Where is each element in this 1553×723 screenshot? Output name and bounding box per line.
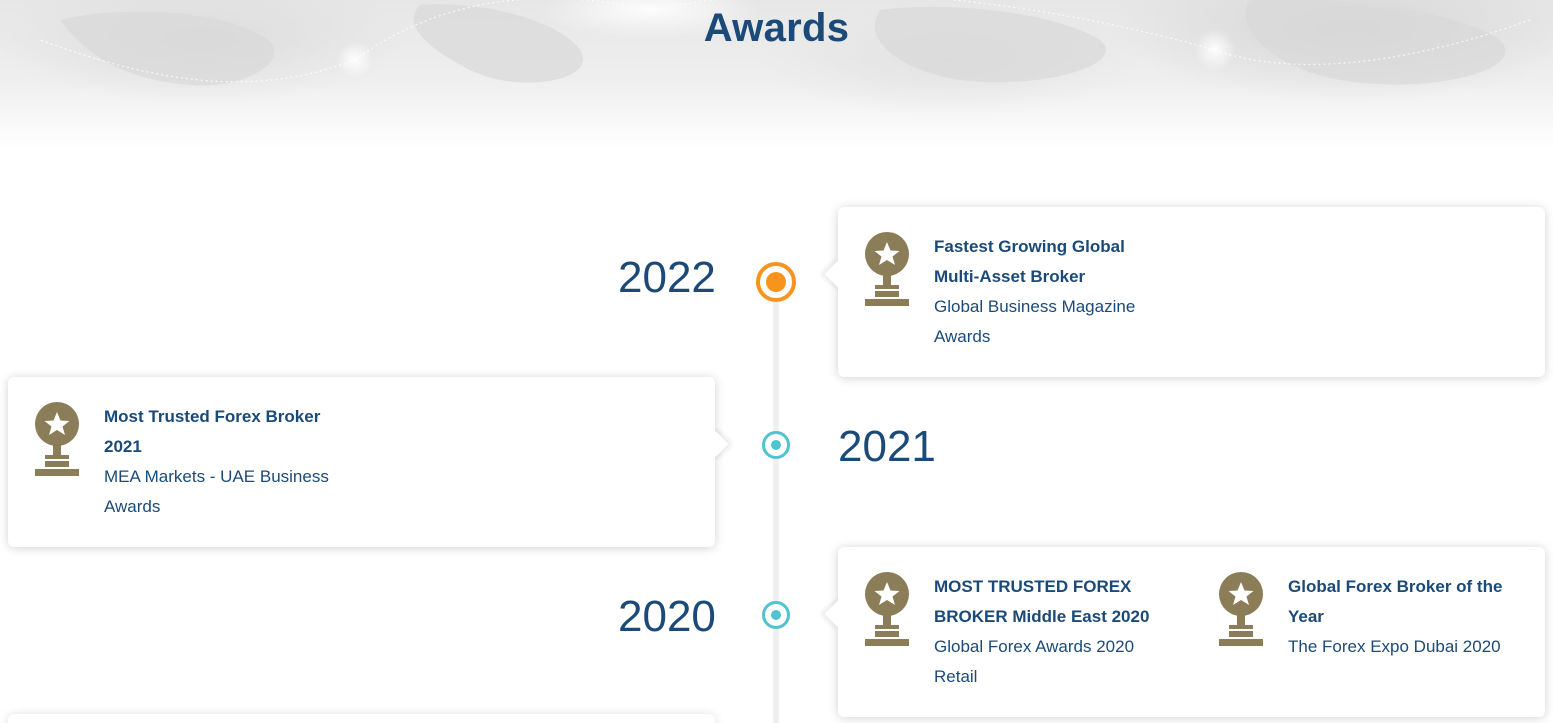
award-name-line: Most Trusted Forex Broker [104,407,321,426]
trophy-icon [1219,572,1263,646]
trophy-icon [35,402,79,476]
card-pointer [824,598,856,630]
timeline-line [773,280,779,723]
page-title: Awards [703,6,850,50]
award-organization-line: Global Business Magazine [934,297,1136,316]
year-label-2022: 2022 [618,253,716,302]
card-pointer [824,258,856,290]
year-label-2021: 2021 [838,422,936,471]
award-organization-line: MEA Markets - UAE Business [104,467,329,486]
award-name-line: MOST TRUSTED FOREX [934,577,1132,596]
card-pointer [697,428,729,460]
award-card-2021: Most Trusted Forex Broker 2021 MEA Marke… [8,377,729,547]
award-name-line: Fastest Growing Global [934,237,1125,256]
year-label-2020: 2020 [618,592,716,641]
header-banner: Awards [0,0,1553,150]
award-card-2020: MOST TRUSTED FOREX BROKER Middle East 20… [824,547,1545,717]
award-name-line: BROKER Middle East 2020 [934,607,1150,626]
trophy-icon [865,572,909,646]
award-organization-line: Awards [104,497,161,516]
trophy-icon [865,232,909,306]
awards-section: Awards 2022 Fastest Growing Global Multi… [0,0,1553,723]
award-name-line: Year [1288,607,1324,626]
award-name-line: Global Forex Broker of the [1288,577,1503,596]
timeline-dot-2022[interactable] [756,262,796,302]
timeline-dot-2021[interactable] [762,431,790,459]
award-card-next [8,714,715,723]
award-organization-line: Global Forex Awards 2020 [934,637,1135,656]
award-organization-line: The Forex Expo Dubai 2020 [1288,637,1501,656]
award-organization-line: Retail [934,667,978,686]
timeline-dot-2020[interactable] [762,601,790,629]
award-name-line: Multi-Asset Broker [934,267,1086,286]
award-organization-line: Awards [934,327,991,346]
award-card-2022: Fastest Growing Global Multi-Asset Broke… [824,207,1545,377]
award-name-line: 2021 [104,437,142,456]
